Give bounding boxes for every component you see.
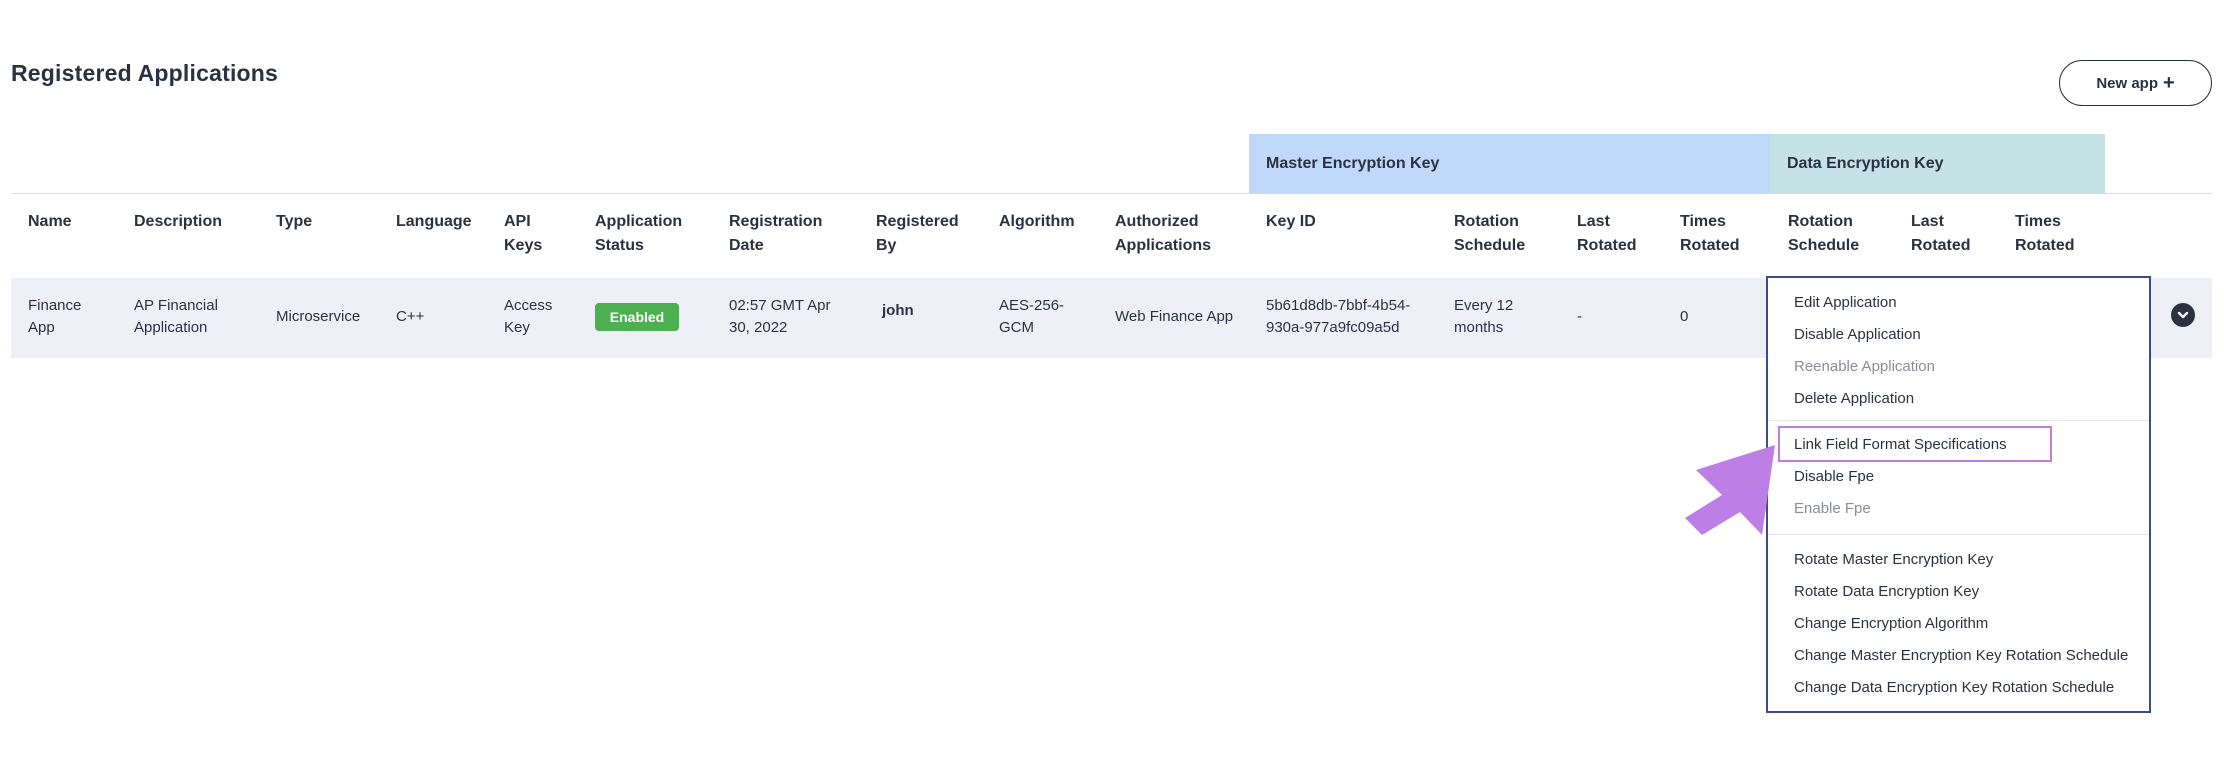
cell-master-times-rotated: 0 [1680,308,1689,325]
menu-rotate-data-key[interactable]: Rotate Data Encryption Key [1794,583,1979,600]
menu-delete-application[interactable]: Delete Application [1794,390,1914,407]
cell-master-last-rotated: - [1577,308,1582,325]
header-divider [11,193,2212,194]
master-key-group-header: Master Encryption Key [1249,134,1770,193]
menu-disable-fpe[interactable]: Disable Fpe [1794,468,1874,485]
col-header-language: Language [396,213,472,230]
menu-divider [1768,534,2149,535]
menu-enable-fpe[interactable]: Enable Fpe [1794,500,1871,517]
col-header-master-times-rotated: Times Rotated [1680,213,1740,254]
col-header-registration-date: Registration Date [729,213,823,254]
col-header-algorithm: Algorithm [999,213,1075,230]
menu-link-field-format-specifications[interactable]: Link Field Format Specifications [1794,436,2007,453]
new-app-label: New app [2096,74,2158,92]
cell-registration-date: 02:57 GMT Apr 30, 2022 [729,297,831,336]
cell-api-keys: Access Key [504,297,553,336]
cell-name: Finance App [28,297,82,336]
cell-language: C++ [396,308,425,325]
menu-change-data-key-rotation-schedule[interactable]: Change Data Encryption Key Rotation Sche… [1794,679,2114,696]
menu-change-encryption-algorithm[interactable]: Change Encryption Algorithm [1794,615,1988,632]
status-badge: Enabled [595,303,679,331]
plus-icon: + [2163,72,2175,94]
menu-rotate-master-key[interactable]: Rotate Master Encryption Key [1794,551,1993,568]
pointer-arrow-icon [1685,445,1775,535]
cell-algorithm: AES-256- GCM [999,297,1065,336]
col-header-data-last-rotated: Last Rotated [1911,213,1971,254]
col-header-master-last-rotated: Last Rotated [1577,213,1637,254]
col-header-description: Description [134,213,223,230]
col-header-data-times-rotated: Times Rotated [2015,213,2075,254]
menu-reenable-application[interactable]: Reenable Application [1794,358,1935,375]
menu-change-master-key-rotation-schedule[interactable]: Change Master Encryption Key Rotation Sc… [1794,647,2128,664]
row-actions-menu: Edit Application Disable Application Ree… [1766,276,2151,713]
cell-registered-by: john [882,302,914,319]
data-key-group-header: Data Encryption Key [1770,134,2105,193]
cell-master-rotation-schedule: Every 12 months [1454,297,1514,336]
col-header-authorized-applications: Authorized Applications [1115,213,1212,254]
menu-divider [1768,420,2149,421]
cell-authorized-applications: Web Finance App [1115,308,1234,325]
col-header-application-status: Application Status [595,213,683,254]
col-header-data-rotation-schedule: Rotation Schedule [1788,213,1860,254]
col-header-master-rotation-schedule: Rotation Schedule [1454,213,1526,254]
cell-description: AP Financial Application [134,297,218,336]
col-header-api-keys: API Keys [504,213,543,254]
row-actions-chevron-icon[interactable] [2171,303,2195,327]
col-header-name: Name [28,213,72,230]
menu-edit-application[interactable]: Edit Application [1794,294,1897,311]
col-header-type: Type [276,213,313,230]
menu-disable-application[interactable]: Disable Application [1794,326,1921,343]
col-header-key-id: Key ID [1266,213,1316,230]
new-app-button[interactable]: New app + [2059,60,2212,106]
page-title: Registered Applications [11,60,279,86]
cell-type: Microservice [276,308,361,325]
cell-key-id: 5b61d8db-7bbf-4b54- 930a-977a9fc09a5d [1266,297,1411,336]
col-header-registered-by: Registered By [876,213,959,254]
